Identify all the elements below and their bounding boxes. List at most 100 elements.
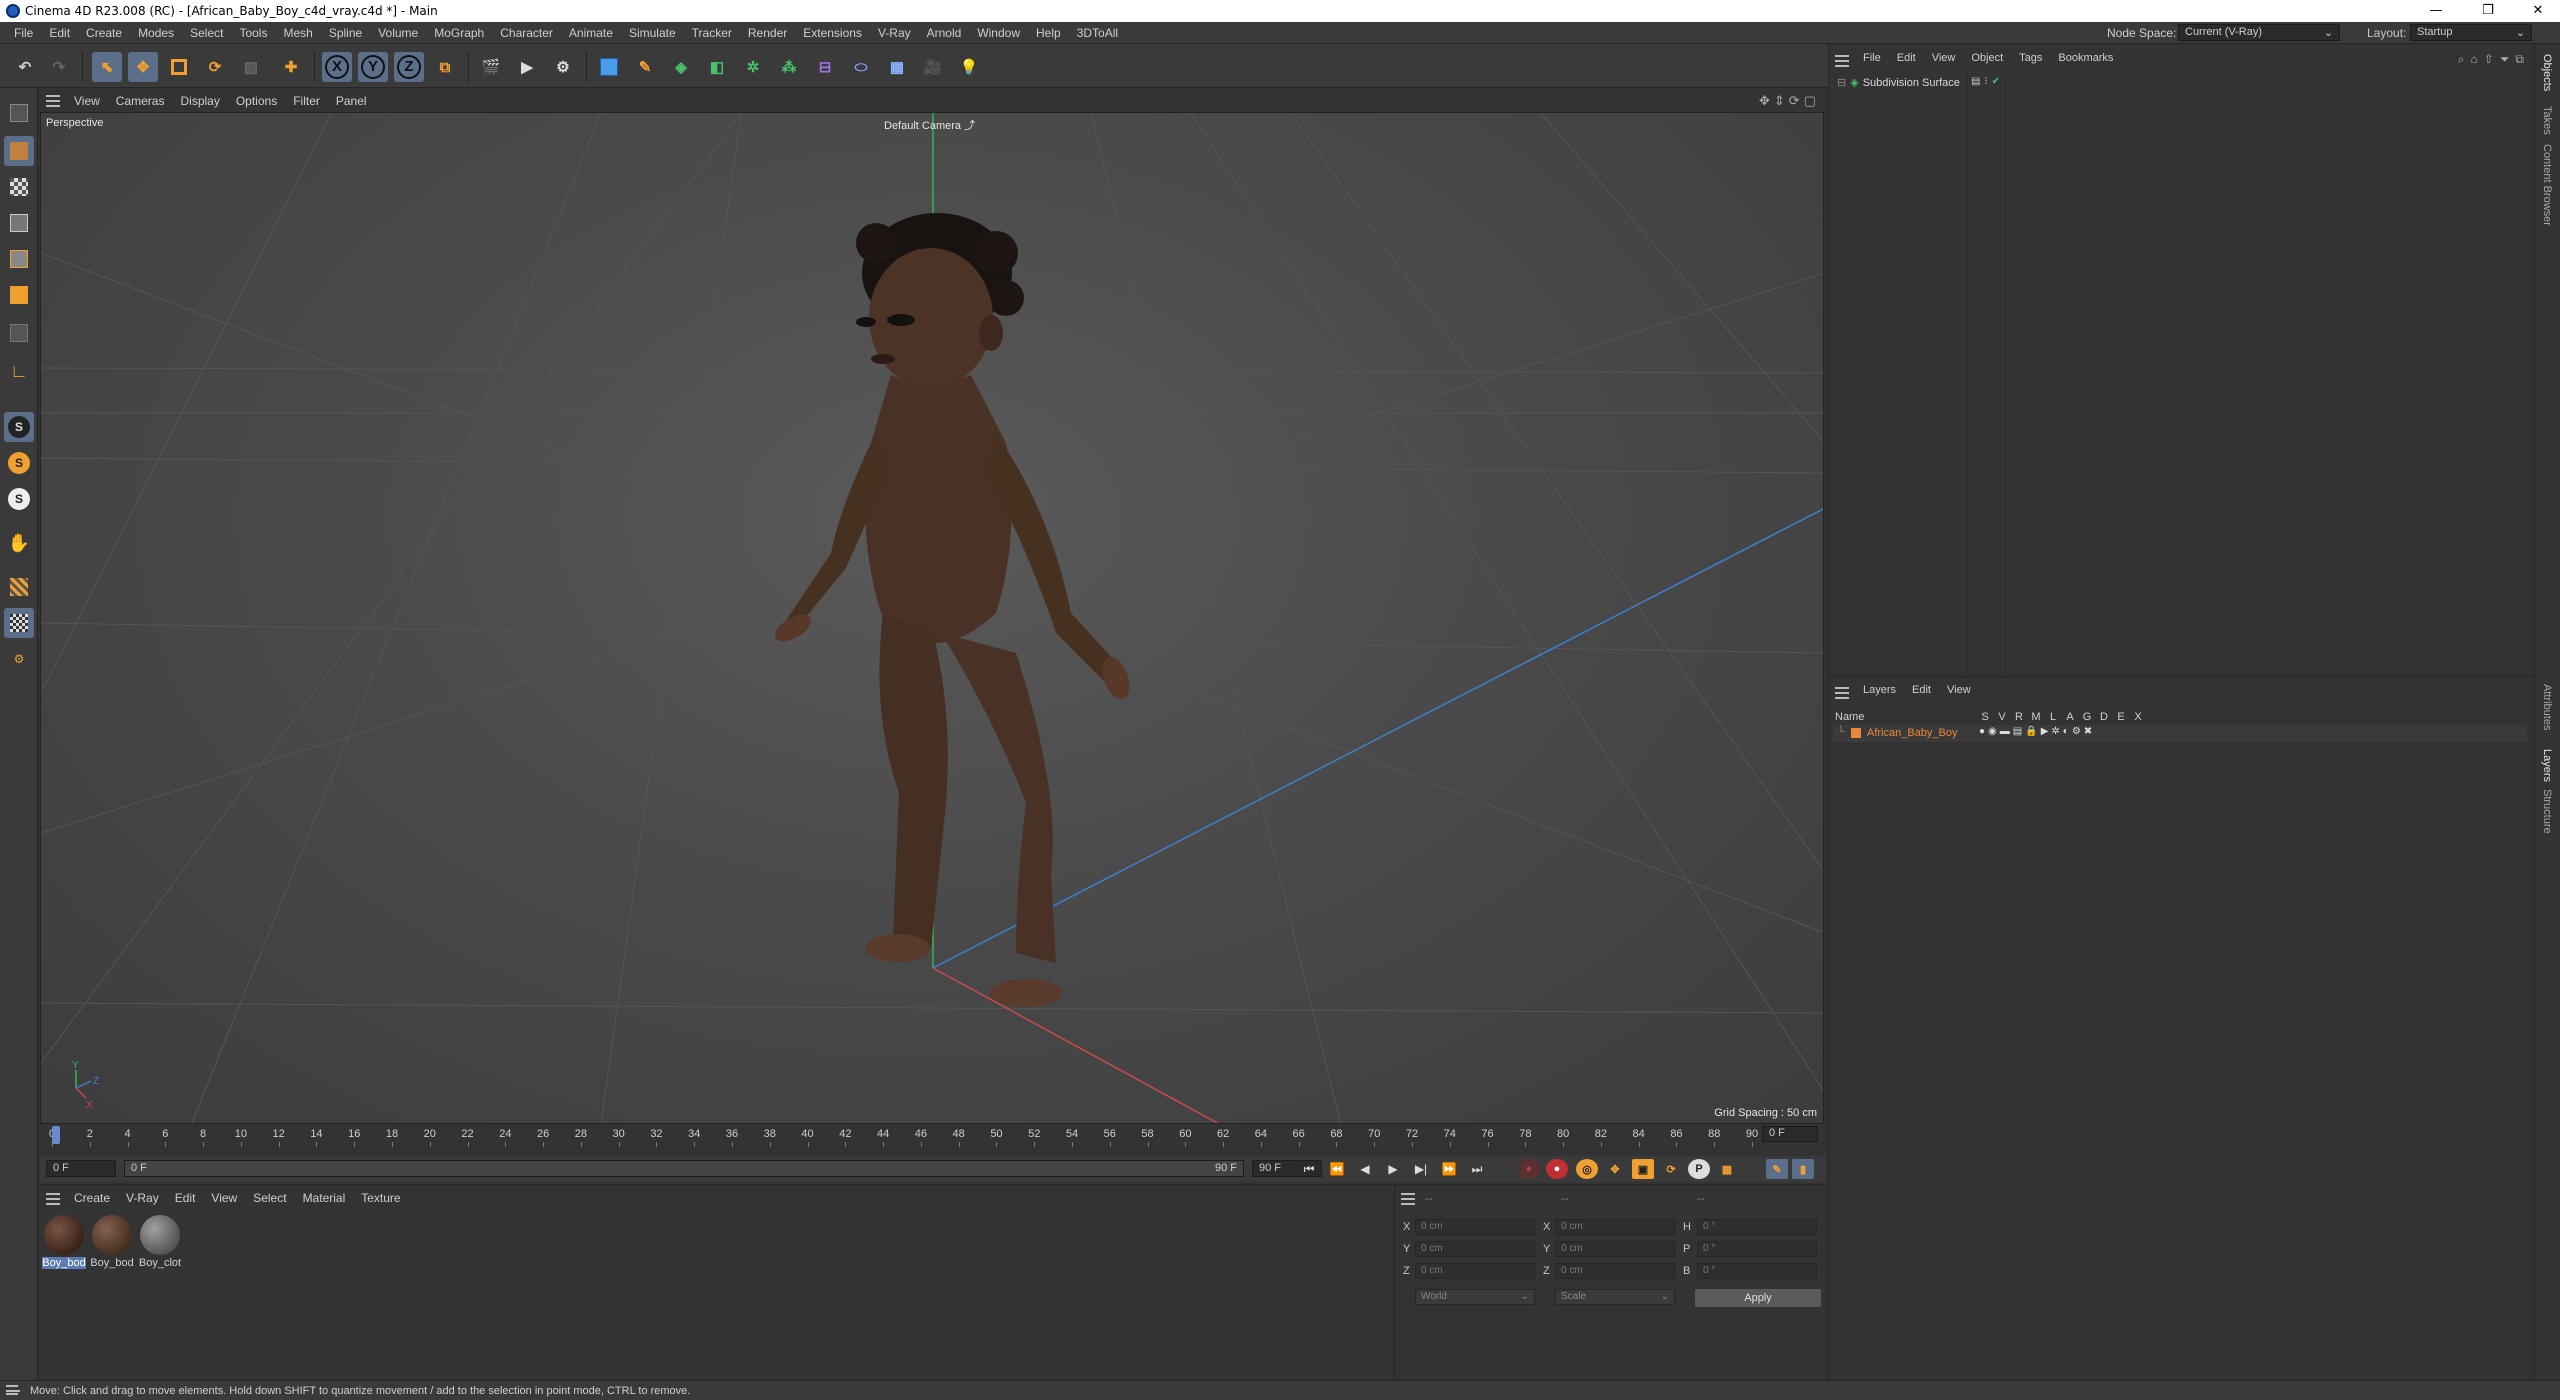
- menu-character[interactable]: Character: [492, 26, 561, 40]
- menu-animate[interactable]: Animate: [561, 26, 621, 40]
- live-selection-icon[interactable]: ⬉: [92, 52, 122, 82]
- tab-layers[interactable]: Layers: [2541, 749, 2553, 782]
- new-window-icon[interactable]: ⧉: [2515, 52, 2524, 67]
- position-y-field[interactable]: 0 cm: [1415, 1241, 1535, 1257]
- y-axis-lock-button[interactable]: Y: [358, 52, 388, 82]
- xref-icon[interactable]: ✖: [2084, 726, 2092, 737]
- object-menu-object[interactable]: Object: [1963, 52, 2011, 64]
- menu-arnold[interactable]: Arnold: [919, 26, 970, 40]
- previous-frame-icon[interactable]: ◀: [1354, 1159, 1376, 1179]
- position-z-field[interactable]: 0 cm: [1415, 1263, 1535, 1279]
- menu-help[interactable]: Help: [1028, 26, 1069, 40]
- home-icon[interactable]: ⌂: [2471, 52, 2478, 67]
- baby-model[interactable]: [771, 213, 1135, 1007]
- axis-mode-icon[interactable]: ∟: [4, 356, 34, 386]
- zoom-icon[interactable]: ⇕: [1774, 93, 1785, 109]
- rotation-h-field[interactable]: 0 °: [1697, 1219, 1817, 1235]
- z-axis-lock-button[interactable]: Z: [394, 52, 424, 82]
- viewport-menu-display[interactable]: Display: [172, 94, 227, 108]
- layer-menu-edit[interactable]: Edit: [1904, 684, 1939, 696]
- polygons-mode-icon[interactable]: [4, 280, 34, 310]
- status-menu-icon[interactable]: [6, 1385, 20, 1395]
- pan-icon[interactable]: ✥: [1759, 93, 1770, 109]
- render-settings-icon[interactable]: ⚙: [548, 52, 578, 82]
- menu-tools[interactable]: Tools: [231, 26, 275, 40]
- material-menu-edit[interactable]: Edit: [167, 1191, 204, 1205]
- undo-icon[interactable]: ↶: [10, 52, 40, 82]
- material-item[interactable]: Boy_bod: [42, 1215, 86, 1269]
- animation-icon[interactable]: ▶: [2041, 726, 2049, 737]
- size-x-field[interactable]: 0 cm: [1555, 1219, 1675, 1235]
- menu-simulate[interactable]: Simulate: [621, 26, 684, 40]
- paint-icon[interactable]: ✋: [4, 528, 34, 558]
- add-tool-icon[interactable]: ✚: [276, 52, 306, 82]
- autokey-icon[interactable]: ●: [1518, 1159, 1540, 1179]
- viewport-menu-filter[interactable]: Filter: [285, 94, 328, 108]
- start-frame-field[interactable]: 0 F: [46, 1160, 116, 1177]
- key-rotate-icon[interactable]: ⟳: [1660, 1159, 1682, 1179]
- tree-expand-icon[interactable]: ⊟: [1837, 76, 1846, 89]
- minimize-button[interactable]: —: [2414, 0, 2458, 22]
- object-menu-edit[interactable]: Edit: [1889, 52, 1924, 64]
- object-menu-bookmarks[interactable]: Bookmarks: [2050, 52, 2121, 64]
- model-mode-icon[interactable]: [4, 136, 34, 166]
- generators-icon[interactable]: ✲: [2051, 726, 2059, 737]
- viewport-camera-label[interactable]: Default Camera ⤴: [884, 117, 975, 133]
- render-icon[interactable]: ▬: [2000, 726, 2010, 737]
- menu-3dtoall[interactable]: 3DToAll: [1069, 26, 1126, 40]
- rotation-b-field[interactable]: 0 °: [1697, 1263, 1817, 1279]
- tab-structure[interactable]: Structure: [2541, 789, 2553, 834]
- layout-select[interactable]: Startup ⌄: [2410, 24, 2532, 41]
- position-x-field[interactable]: 0 cm: [1415, 1219, 1535, 1235]
- material-item[interactable]: Boy_clot: [138, 1215, 182, 1269]
- manager-icon[interactable]: ▤: [2013, 726, 2022, 737]
- cube-icon[interactable]: [594, 52, 624, 82]
- object-row[interactable]: ⊟ ◈ Subdivision Surface: [1837, 76, 1960, 90]
- editor-visibility-icon[interactable]: ▤: [1971, 76, 1980, 87]
- layer-menu-layers[interactable]: Layers: [1855, 684, 1904, 696]
- size-y-field[interactable]: 0 cm: [1555, 1241, 1675, 1257]
- solo-icon[interactable]: ●: [1979, 726, 1985, 737]
- move-tool-icon[interactable]: ✥: [128, 52, 158, 82]
- viewport-menu-cameras[interactable]: Cameras: [108, 94, 173, 108]
- object-menu-file[interactable]: File: [1855, 52, 1889, 64]
- subdivision-surface-icon[interactable]: ◈: [666, 52, 696, 82]
- edges-mode-icon[interactable]: [4, 244, 34, 274]
- coordinate-system-icon[interactable]: ⧉: [430, 52, 460, 82]
- timeline-track[interactable]: 0246810121416182022242628303234363840424…: [49, 1128, 1758, 1147]
- viewport-menu-panel[interactable]: Panel: [328, 94, 375, 108]
- current-frame-field[interactable]: 0 F: [1762, 1126, 1818, 1142]
- go-to-start-icon[interactable]: ⏮: [1298, 1159, 1320, 1179]
- coordinate-mode-select[interactable]: World ⌄: [1415, 1289, 1535, 1305]
- rotate-tool-icon[interactable]: ⟳: [200, 52, 230, 82]
- menu-window[interactable]: Window: [969, 26, 1028, 40]
- rotation-p-field[interactable]: 0 °: [1697, 1241, 1817, 1257]
- object-menu-view[interactable]: View: [1924, 52, 1964, 64]
- snap-icon[interactable]: S: [4, 412, 34, 442]
- render-region-icon[interactable]: 🎬: [476, 52, 506, 82]
- key-scale-icon[interactable]: ▣: [1632, 1159, 1654, 1179]
- object-menu-icon[interactable]: [1835, 55, 1849, 67]
- viewport-3d[interactable]: Y Z X Perspective Default Camera ⤴ Grid …: [40, 112, 1824, 1124]
- tab-attributes[interactable]: Attributes: [2541, 684, 2553, 730]
- record-icon[interactable]: ●: [1546, 1159, 1568, 1179]
- key-move-icon[interactable]: ✥: [1604, 1159, 1626, 1179]
- menu-create[interactable]: Create: [78, 26, 130, 40]
- deformer-icon[interactable]: ⊟: [810, 52, 840, 82]
- layer-name[interactable]: African_Baby_Boy: [1867, 727, 1958, 739]
- recent-tool-icon[interactable]: ▧: [236, 52, 266, 82]
- pen-spline-icon[interactable]: ✎: [630, 52, 660, 82]
- workplane-icon[interactable]: [4, 572, 34, 602]
- timeline-ruler[interactable]: 0246810121416182022242628303234363840424…: [40, 1124, 1826, 1156]
- coordinates-menu-icon[interactable]: [1401, 1193, 1415, 1205]
- menu-render[interactable]: Render: [740, 26, 795, 40]
- timeline-settings-icon[interactable]: ✎: [1766, 1159, 1788, 1179]
- extrude-icon[interactable]: ◧: [702, 52, 732, 82]
- texture-mode-icon[interactable]: [4, 172, 34, 202]
- material-menu-create[interactable]: Create: [66, 1191, 118, 1205]
- maximize-button[interactable]: ❐: [2466, 0, 2510, 22]
- key-pla-icon[interactable]: ▦: [1716, 1159, 1738, 1179]
- enabled-check-icon[interactable]: ✔: [1992, 76, 2000, 87]
- previous-key-icon[interactable]: ⏪: [1326, 1159, 1348, 1179]
- material-menu-texture[interactable]: Texture: [353, 1191, 408, 1205]
